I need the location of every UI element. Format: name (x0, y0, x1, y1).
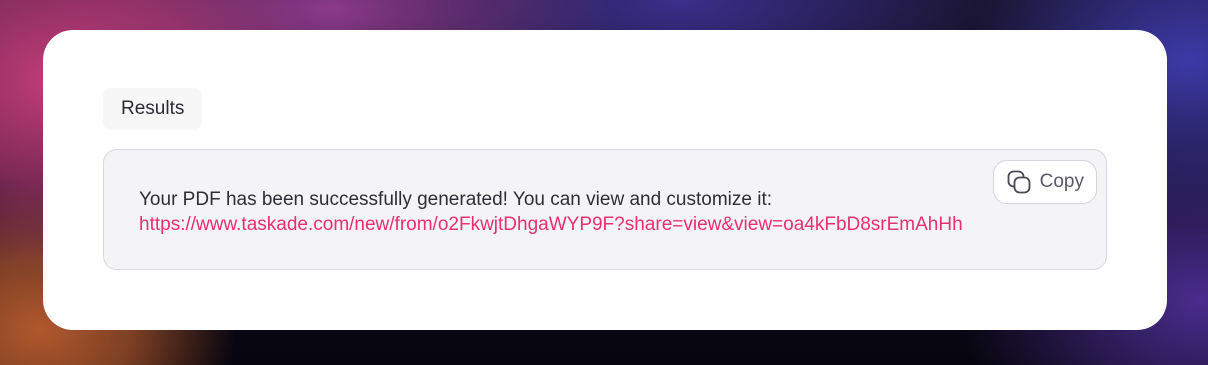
result-text: Your PDF has been successfully generated… (139, 189, 773, 210)
copy-button-label: Copy (1039, 171, 1084, 192)
result-link[interactable]: https://www.taskade.com/new/from/o2Fkwjt… (139, 212, 963, 237)
copy-icon (1006, 169, 1032, 195)
copy-button[interactable]: Copy (992, 160, 1097, 204)
results-tab-label: Results (121, 98, 185, 119)
result-message: Your PDF has been successfully generated… (139, 187, 963, 237)
result-output: Your PDF has been successfully generated… (103, 149, 1107, 270)
results-tab[interactable]: Results (103, 88, 203, 130)
results-card: Results Your PDF has been successfully g… (43, 30, 1167, 330)
